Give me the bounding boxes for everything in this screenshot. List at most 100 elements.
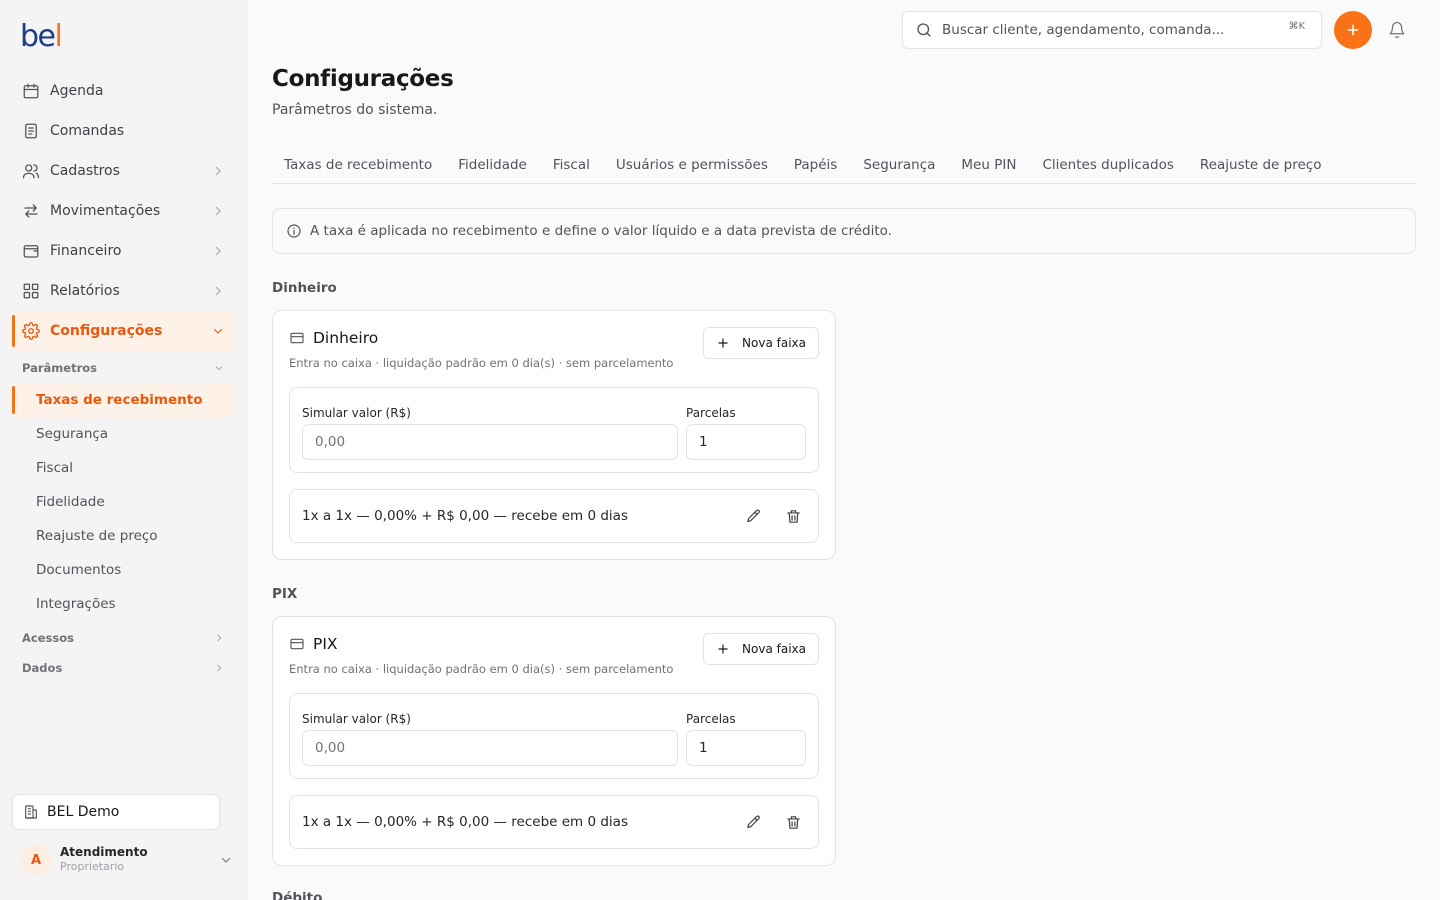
chevron-right-icon [217, 634, 222, 642]
sidebar-group-label: Acessos [22, 631, 74, 645]
section-label-dinheiro: Dinheiro [272, 280, 337, 296]
sidebar-subitem-taxas[interactable]: Taxas de recebimento [12, 383, 236, 417]
sidebar-item-configuracoes[interactable]: Configurações [12, 311, 236, 351]
chevron-right-icon [215, 246, 221, 256]
tab-clientes-duplicados[interactable]: Clientes duplicados [1030, 146, 1187, 183]
sidebar-group-parametros[interactable]: Parâmetros [12, 353, 236, 383]
organization-selector[interactable]: BEL Demo [12, 794, 220, 830]
fee-card-dinheiro: Dinheiro Entra no caixa · liquidação pad… [272, 310, 836, 560]
chevron-right-icon [217, 664, 222, 672]
card-title: Dinheiro [313, 329, 379, 347]
sidebar-group-acessos[interactable]: Acessos [12, 623, 236, 653]
search-input[interactable] [942, 15, 1289, 45]
sidebar-item-label: Movimentações [50, 203, 161, 219]
brand-logo[interactable]: bel [20, 20, 63, 52]
sidebar-item-cadastros[interactable]: Cadastros [12, 151, 236, 191]
edit-tier-button[interactable] [738, 501, 768, 531]
bell-icon[interactable] [1388, 21, 1406, 39]
sidebar-item-label: Configurações [50, 323, 163, 339]
tab-usuarios-e-permissoes[interactable]: Usuários e permissões [604, 146, 782, 183]
delete-tier-button[interactable] [778, 807, 808, 837]
search-icon [917, 23, 931, 37]
tab-taxas-de-recebimento[interactable]: Taxas de recebimento [272, 146, 446, 183]
sidebar: bel Agenda Comandas Cadastros Movimentaç… [0, 0, 248, 900]
sidebar-subitem-reajuste[interactable]: Reajuste de preço [12, 519, 236, 553]
sidebar-item-label: Relatórios [50, 283, 120, 299]
settings-tabs: Taxas de recebimento Fidelidade Fiscal U… [272, 146, 1416, 184]
button-label: Nova faixa [742, 336, 806, 350]
nova-faixa-button[interactable]: Nova faixa [703, 633, 819, 665]
simular-valor-input[interactable] [302, 730, 678, 766]
organization-name: BEL Demo [47, 804, 120, 820]
card-description: Entra no caixa · liquidação padrão em 0 … [289, 662, 674, 676]
parcelas-input[interactable] [686, 730, 806, 766]
tab-meu-pin[interactable]: Meu PIN [949, 146, 1030, 183]
nova-faixa-button[interactable]: Nova faixa [703, 327, 819, 359]
sidebar-item-relatorios[interactable]: Relatórios [12, 271, 236, 311]
sidebar-subitem-label: Documentos [36, 562, 122, 578]
fee-card-pix: PIX Entra no caixa · liquidação padrão e… [272, 616, 836, 866]
gear-icon [22, 322, 40, 340]
sidebar-subitem-fiscal[interactable]: Fiscal [12, 451, 236, 485]
users-icon [22, 164, 40, 179]
search-shortcut: ⌘K [1288, 20, 1305, 32]
card-description: Entra no caixa · liquidação padrão em 0 … [289, 356, 674, 370]
sidebar-group-dados[interactable]: Dados [12, 653, 236, 683]
section-label-pix: PIX [272, 586, 298, 602]
plus-icon [1347, 24, 1359, 36]
grid-icon [23, 283, 39, 299]
info-banner: A taxa é aplicada no recebimento e defin… [272, 208, 1416, 254]
sidebar-item-movimentacoes[interactable]: Movimentações [12, 191, 236, 231]
fee-tier-row: 1x a 1x — 0,00% + R$ 0,00 — recebe em 0 … [289, 489, 819, 543]
quick-add-button[interactable] [1334, 11, 1372, 49]
tab-fidelidade[interactable]: Fidelidade [446, 146, 541, 183]
tab-reajuste-de-preco[interactable]: Reajuste de preço [1188, 146, 1336, 183]
section-label-debito: Débito [272, 890, 323, 900]
edit-tier-button[interactable] [738, 807, 768, 837]
page-title: Configurações [272, 66, 454, 92]
sidebar-item-label: Agenda [50, 83, 104, 99]
chevron-right-icon [215, 286, 221, 296]
delete-tier-button[interactable] [778, 501, 808, 531]
receipt-icon [25, 123, 37, 139]
trash-icon [786, 815, 800, 829]
page-subtitle: Parâmetros do sistema. [272, 102, 438, 118]
fee-tier-row: 1x a 1x — 0,00% + R$ 0,00 — recebe em 0 … [289, 795, 819, 849]
sidebar-subitem-label: Reajuste de preço [36, 528, 158, 544]
simular-valor-input[interactable] [302, 424, 678, 460]
fee-tier-text: 1x a 1x — 0,00% + R$ 0,00 — recebe em 0 … [302, 508, 628, 524]
sidebar-subitem-documentos[interactable]: Documentos [12, 553, 236, 587]
user-menu[interactable]: A Atendimento Proprietario [20, 844, 232, 876]
simulation-panel: Simular valor (R$) Parcelas [289, 693, 819, 779]
chevron-down-icon [215, 366, 223, 371]
user-role: Proprietario [60, 860, 125, 873]
sidebar-subitem-seguranca[interactable]: Segurança [12, 417, 236, 451]
sidebar-subitem-integracoes[interactable]: Integrações [12, 587, 236, 621]
card-title: PIX [313, 635, 338, 653]
plus-icon [718, 338, 728, 348]
wallet-icon [23, 245, 39, 258]
sidebar-item-comandas[interactable]: Comandas [12, 111, 236, 151]
tab-seguranca[interactable]: Segurança [851, 146, 949, 183]
sidebar-subitem-label: Taxas de recebimento [36, 392, 203, 408]
sidebar-subitem-fidelidade[interactable]: Fidelidade [12, 485, 236, 519]
chevron-down-icon [213, 328, 223, 334]
info-icon [287, 224, 301, 238]
sidebar-item-label: Comandas [50, 123, 125, 139]
parcelas-label: Parcelas [686, 712, 736, 726]
tab-papeis[interactable]: Papéis [782, 146, 851, 183]
parcelas-label: Parcelas [686, 406, 736, 420]
sidebar-group-label: Parâmetros [22, 361, 98, 375]
tab-fiscal[interactable]: Fiscal [541, 146, 604, 183]
sidebar-item-agenda[interactable]: Agenda [12, 71, 236, 111]
sidebar-subitem-label: Integrações [36, 596, 116, 612]
chevron-right-icon [215, 206, 221, 216]
sidebar-group-label: Dados [22, 661, 63, 675]
chevron-right-icon [215, 166, 221, 176]
parcelas-input[interactable] [686, 424, 806, 460]
avatar: A [20, 844, 52, 876]
sidebar-item-financeiro[interactable]: Financeiro [12, 231, 236, 271]
info-text: A taxa é aplicada no recebimento e defin… [310, 223, 892, 239]
global-search[interactable]: ⌘K [902, 11, 1322, 49]
pencil-icon [746, 508, 760, 522]
